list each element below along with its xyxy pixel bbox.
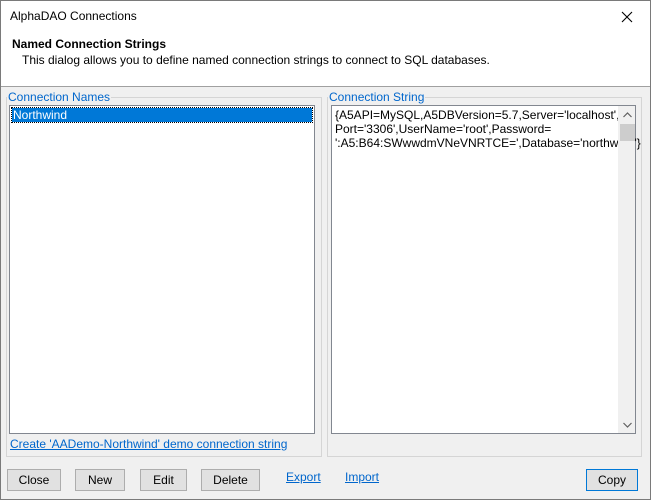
header-panel: Named Connection Strings This dialog all… bbox=[1, 32, 650, 87]
copy-button[interactable]: Copy bbox=[586, 469, 638, 491]
scroll-thumb[interactable] bbox=[620, 124, 635, 141]
connection-string-label: Connection String bbox=[328, 90, 426, 104]
list-item-northwind[interactable]: Northwind bbox=[11, 107, 313, 123]
scroll-up-icon[interactable] bbox=[619, 106, 636, 123]
title-bar[interactable]: AlphaDAO Connections bbox=[1, 1, 650, 32]
connection-string-textbox[interactable]: {A5API=MySQL,A5DBVersion=5.7,Server='loc… bbox=[331, 105, 641, 434]
close-button[interactable]: Close bbox=[7, 469, 61, 491]
scroll-down-icon[interactable] bbox=[619, 416, 636, 433]
edit-button[interactable]: Edit bbox=[140, 469, 187, 491]
create-demo-connection-link[interactable]: Create 'AADemo-Northwind' demo connectio… bbox=[10, 437, 287, 451]
connection-names-listbox[interactable]: Northwind bbox=[9, 105, 315, 434]
connection-string-value[interactable]: {A5API=MySQL,A5DBVersion=5.7,Server='loc… bbox=[335, 108, 641, 150]
dialog-window: AlphaDAO Connections Named Connection St… bbox=[0, 0, 651, 500]
header-description: This dialog allows you to define named c… bbox=[22, 53, 490, 67]
vertical-scrollbar[interactable] bbox=[618, 106, 635, 433]
import-link[interactable]: Import bbox=[345, 470, 379, 484]
new-button[interactable]: New bbox=[75, 469, 125, 491]
header-title: Named Connection Strings bbox=[12, 37, 167, 51]
export-link[interactable]: Export bbox=[286, 470, 321, 484]
delete-button[interactable]: Delete bbox=[201, 469, 260, 491]
close-icon[interactable] bbox=[604, 1, 650, 32]
window-title: AlphaDAO Connections bbox=[10, 9, 137, 23]
connection-names-label: Connection Names bbox=[7, 90, 112, 104]
